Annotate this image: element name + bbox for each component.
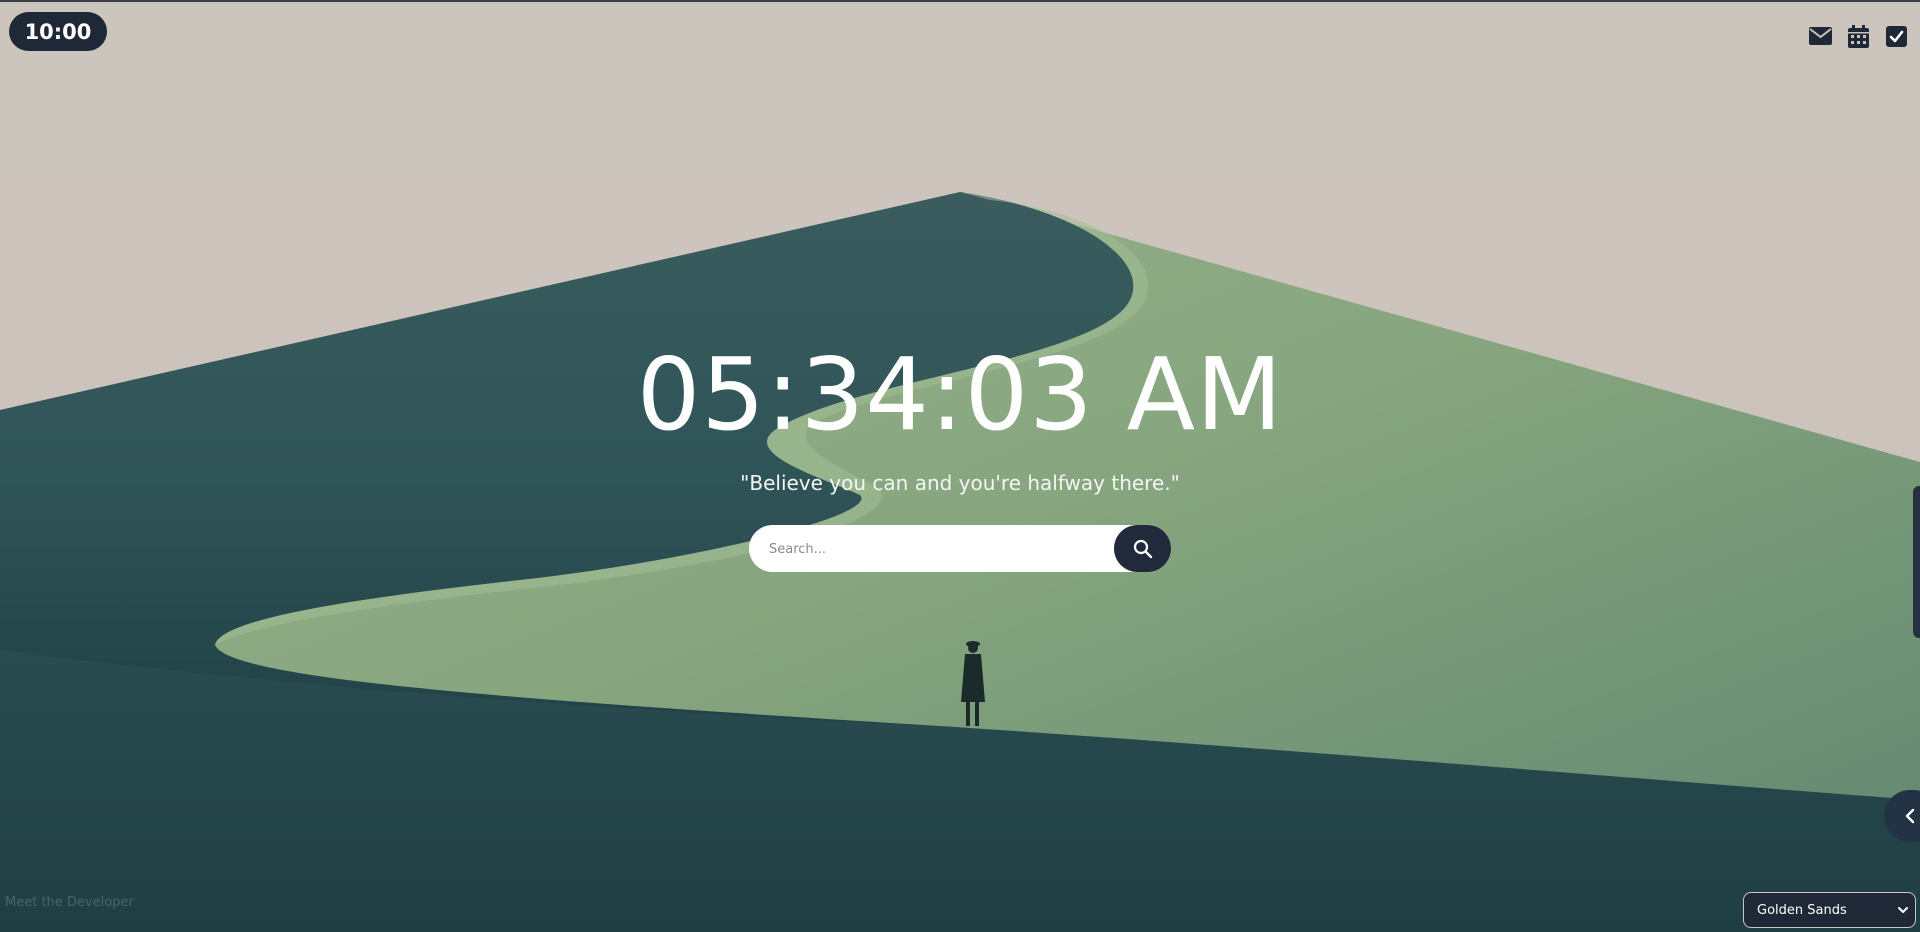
clock-display: 05:34:03 AM	[636, 336, 1284, 453]
calendar-icon[interactable]	[1846, 24, 1870, 48]
pomodoro-timer[interactable]: 10:00	[9, 12, 107, 51]
mail-icon[interactable]	[1808, 24, 1832, 48]
search-icon	[1133, 539, 1152, 558]
chevron-left-icon	[1905, 808, 1915, 824]
top-border	[0, 0, 1920, 2]
checkbox-icon[interactable]	[1884, 24, 1908, 48]
meet-developer-link[interactable]: Meet the Developer	[5, 895, 134, 910]
theme-select[interactable]: Golden Sands	[1743, 892, 1916, 928]
side-panel-handle[interactable]	[1913, 486, 1920, 638]
quote-text: "Believe you can and you're halfway ther…	[740, 471, 1180, 495]
new-tab-page: 10:00 05:34:03 AM "Believe you can and y…	[0, 0, 1920, 932]
top-right-toolbar	[1808, 24, 1908, 48]
background-wallpaper	[0, 0, 1920, 932]
search-bar	[749, 525, 1171, 574]
search-input[interactable]	[767, 525, 1101, 574]
chevron-down-icon	[1898, 907, 1908, 913]
theme-select-value: Golden Sands	[1757, 902, 1847, 918]
search-button[interactable]	[1114, 525, 1171, 572]
